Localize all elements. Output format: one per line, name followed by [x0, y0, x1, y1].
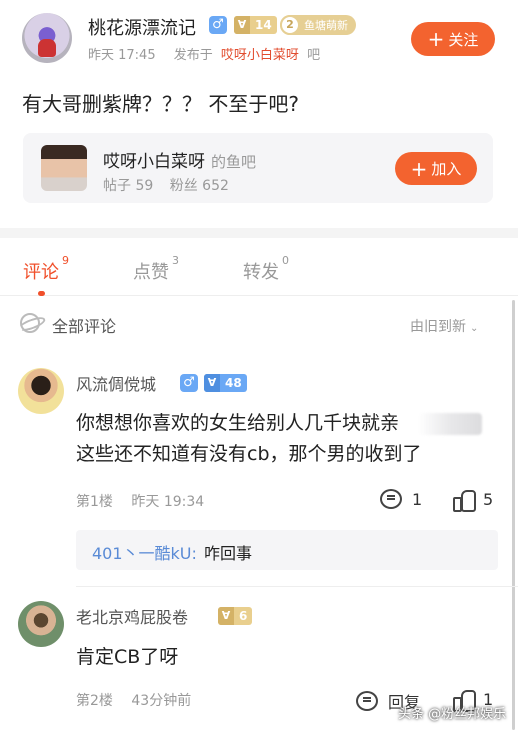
active-tab-indicator	[38, 291, 45, 296]
forum-card[interactable]: 哎呀小白菜呀 的鱼吧 帖子 59 粉丝 652 + 加入	[23, 133, 493, 203]
forum-posts: 帖子 59	[103, 178, 154, 194]
comment-time: 昨天 19:34	[131, 494, 205, 510]
male-icon: ♂	[209, 16, 227, 34]
plus-icon: +	[427, 27, 445, 51]
sort-dropdown[interactable]: 由旧到新 ⌄	[410, 316, 478, 336]
reply-author[interactable]: 401丶一酷kU:	[92, 544, 197, 563]
title-level: 2	[280, 15, 300, 35]
posted-in-label: 发布于	[173, 48, 213, 63]
tab-comments-label: 评论	[23, 262, 59, 283]
commenter-name[interactable]: 老北京鸡屁股卷	[76, 604, 188, 628]
level-icon: ∀	[234, 16, 250, 34]
comment-line: 这些还不知道有没有cb，那个男的收到了	[76, 443, 422, 465]
comment-bubble-icon	[380, 489, 402, 509]
comment-list-header: 全部评论 由旧到新 ⌄	[0, 297, 518, 349]
forum-suffix: 吧	[307, 48, 321, 63]
commenter-avatar[interactable]	[18, 368, 64, 414]
comment-bubble-icon	[356, 691, 378, 711]
reply-count: 1	[412, 489, 423, 509]
tab-reposts-label: 转发	[243, 262, 279, 283]
commenter-avatar[interactable]	[18, 601, 64, 647]
title-text: 鱼塘萌新	[304, 19, 348, 32]
watermark: 头条 @粉丝邦娱乐	[398, 707, 507, 722]
forum-card-suffix: 的鱼吧	[211, 153, 257, 171]
thumbs-up-icon	[453, 489, 476, 512]
level-icon: ∀	[218, 607, 234, 625]
tab-comments[interactable]: 评论9	[23, 254, 69, 284]
level-number: 48	[225, 376, 242, 390]
forum-avatar	[41, 145, 87, 191]
author-avatar[interactable]	[22, 13, 72, 63]
plus-icon: +	[410, 156, 428, 181]
follow-label: 关注	[448, 30, 479, 49]
scrollbar[interactable]	[512, 300, 515, 730]
join-label: 加入	[431, 160, 462, 178]
sort-label: 由旧到新	[410, 319, 466, 335]
forum-card-title: 哎呀小白菜呀	[103, 152, 205, 172]
tab-likes-label: 点赞	[133, 262, 169, 283]
author-name[interactable]: 桃花源漂流记	[88, 14, 196, 40]
comment-line: 肯定CB了呀	[76, 646, 179, 668]
follow-button[interactable]: + 关注	[411, 22, 495, 56]
comment-divider	[76, 586, 518, 587]
level-badge: ∀ 6	[218, 607, 253, 625]
join-button[interactable]: + 加入	[395, 152, 477, 185]
reply-action[interactable]: 1	[380, 489, 422, 509]
post-header: 桃花源漂流记 ♂ ∀ 14 2 鱼塘萌新 昨天 17:45 发布于 哎呀小白菜呀…	[0, 0, 518, 228]
forum-link[interactable]: 哎呀小白菜呀	[221, 48, 299, 63]
like-count: 5	[483, 489, 494, 509]
comment-meta: 第2楼 43分钟前	[76, 690, 205, 710]
level-badge: ∀ 48	[204, 374, 247, 392]
comment-meta: 第1楼 昨天 19:34	[76, 491, 218, 511]
level-badge: ∀ 14	[234, 16, 277, 34]
tab-likes-count: 3	[172, 254, 179, 267]
section-divider	[0, 228, 518, 238]
tab-reposts-count: 0	[282, 254, 289, 267]
commenter-name[interactable]: 风流倜傥城	[76, 371, 156, 395]
tab-likes[interactable]: 点赞3	[133, 254, 179, 284]
level-number: 6	[239, 609, 248, 623]
reply-text: 咋回事	[204, 544, 253, 563]
floor-number: 第2楼	[76, 693, 113, 709]
comment-body: 肯定CB了呀	[76, 642, 486, 673]
level-number: 14	[255, 18, 272, 32]
post-content: 有大哥删紫牌？？？ 不至于吧?	[22, 92, 299, 116]
reply-preview[interactable]: 401丶一酷kU: 咋回事	[76, 530, 498, 570]
tab-reposts[interactable]: 转发0	[243, 254, 289, 284]
tab-comments-count: 9	[62, 254, 69, 267]
planet-icon	[20, 313, 40, 333]
blurred-text	[418, 413, 482, 435]
comment-time: 43分钟前	[131, 693, 192, 709]
forum-card-name: 哎呀小白菜呀 的鱼吧	[103, 147, 256, 172]
forum-fans: 粉丝 652	[169, 178, 229, 194]
forum-stats: 帖子 59 粉丝 652	[103, 175, 241, 195]
post-meta: 昨天 17:45 发布于 哎呀小白菜呀 吧	[88, 44, 324, 63]
all-comments-title: 全部评论	[52, 317, 117, 336]
like-action[interactable]: 5	[453, 489, 494, 512]
floor-number: 第1楼	[76, 494, 113, 510]
title-badge: 2 鱼塘萌新	[280, 15, 356, 35]
tab-bar: 评论9 点赞3 转发0	[0, 238, 518, 296]
post-time: 昨天 17:45	[88, 48, 156, 63]
chevron-down-icon: ⌄	[470, 323, 479, 334]
level-icon: ∀	[204, 374, 220, 392]
male-icon: ♂	[180, 374, 198, 392]
